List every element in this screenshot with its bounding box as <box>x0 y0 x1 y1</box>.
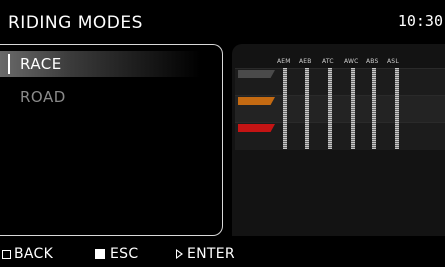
column-header-atc: ATC <box>322 58 334 65</box>
mode-color-swatch <box>238 97 275 105</box>
grid-row-mode-1 <box>235 68 445 96</box>
grid-row-mode-2 <box>235 95 445 123</box>
column-header-abs: ABS <box>366 58 379 65</box>
level-bar-aeb <box>305 68 309 149</box>
level-bar-atc <box>328 68 332 149</box>
play-triangle-icon <box>176 249 183 259</box>
esc-label: ESC <box>110 246 139 262</box>
riding-modes-screen: RIDING MODES 10:30 RACE ROAD AEM AEB ATC… <box>0 0 445 267</box>
mode-item-label: RACE <box>20 55 62 73</box>
back-button[interactable]: BACK <box>2 246 53 262</box>
column-header-aem: AEM <box>277 58 291 65</box>
column-header-aeb: AEB <box>299 58 312 65</box>
mode-settings-grid: AEM AEB ATC AWC ABS ASL <box>232 44 445 236</box>
level-bar-asl <box>395 68 399 149</box>
esc-button[interactable]: ESC <box>95 246 138 262</box>
footer-bar: BACK ESC ENTER <box>0 241 445 267</box>
level-bar-awc <box>351 68 355 149</box>
filled-square-icon <box>95 249 105 259</box>
enter-button[interactable]: ENTER <box>176 246 235 262</box>
column-header-asl: ASL <box>387 58 399 65</box>
back-label: BACK <box>14 246 54 262</box>
column-header-awc: AWC <box>344 58 359 65</box>
level-bar-abs <box>372 68 376 149</box>
hollow-square-icon <box>2 249 11 259</box>
mode-item-label: ROAD <box>20 88 66 106</box>
mode-color-swatch <box>238 124 275 132</box>
mode-color-swatch <box>238 70 275 78</box>
page-title: RIDING MODES <box>8 13 143 33</box>
mode-list-panel: RACE ROAD <box>0 44 223 236</box>
enter-label: ENTER <box>187 246 235 262</box>
mode-item-road[interactable]: ROAD <box>0 84 200 110</box>
grid-row-mode-3 <box>235 122 445 150</box>
level-bar-aem <box>283 68 287 149</box>
mode-item-race[interactable]: RACE <box>0 51 200 77</box>
clock: 10:30 <box>397 12 443 30</box>
